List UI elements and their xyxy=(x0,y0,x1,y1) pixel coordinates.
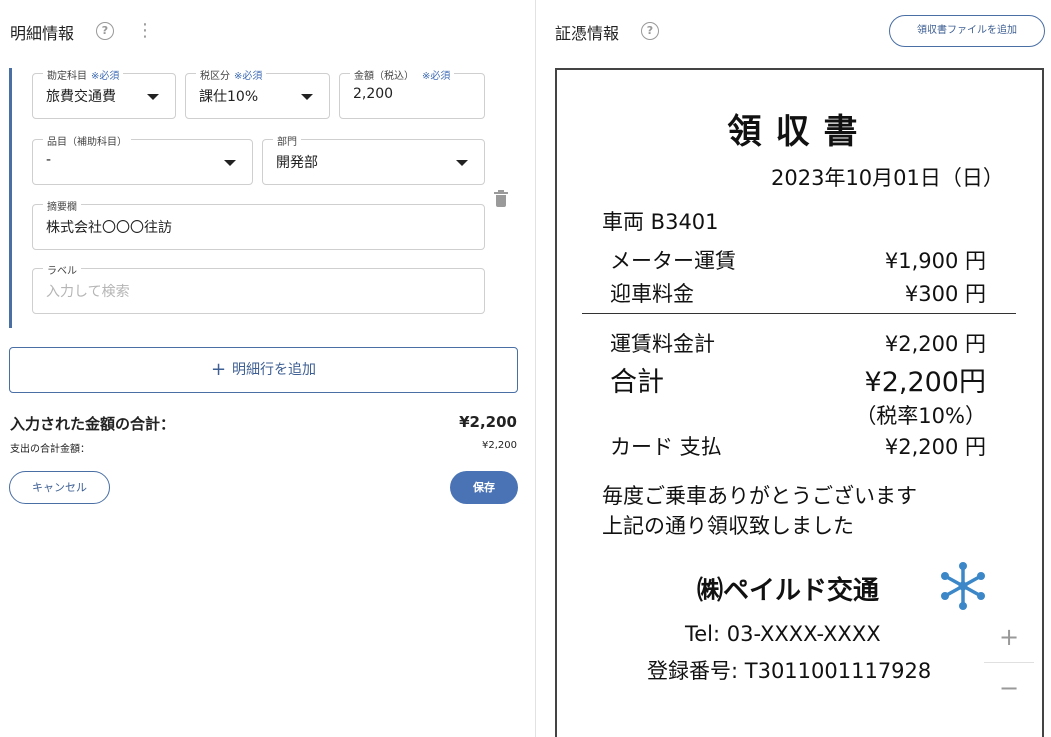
evidence-panel: 証憑情報 ? 領収書ファイルを追加 領収書 2023年10月01日（日） 車両 … xyxy=(537,0,1051,737)
required-mark: ※必須 xyxy=(422,71,451,82)
pickup-fee-label: 迎車料金 xyxy=(610,282,694,306)
department-select[interactable]: 部門 開発部 xyxy=(262,133,485,185)
zoom-controls: + − xyxy=(984,612,1034,712)
more-menu-icon[interactable]: ⋮ xyxy=(136,22,154,40)
chevron-down-icon xyxy=(224,160,236,166)
help-icon[interactable]: ? xyxy=(641,22,659,40)
account-select[interactable]: 勘定科目 ※必須 旅費交通費 xyxy=(32,67,176,119)
thanks-line-1: 毎度ご乗車ありがとうございます xyxy=(602,484,917,508)
total-label: 入力された金額の合計： xyxy=(10,415,176,433)
add-row-label: 明細行を追加 xyxy=(232,362,317,378)
delete-row-icon[interactable] xyxy=(494,190,508,207)
fare-subtotal-label: 運賃料金計 xyxy=(610,332,715,356)
receipt-title: 領収書 xyxy=(727,112,872,152)
required-mark: ※必須 xyxy=(234,71,263,82)
chevron-down-icon xyxy=(301,94,313,100)
tax-select[interactable]: 税区分 ※必須 課仕10% xyxy=(185,67,330,119)
required-mark: ※必須 xyxy=(91,71,120,82)
expense-total-label: 支出の合計金額： xyxy=(10,444,90,455)
receipt-total-value: ¥2,200円 xyxy=(864,367,986,398)
detail-title: 明細情報 xyxy=(10,24,75,43)
department-label: 部門 xyxy=(273,133,301,148)
amount-field[interactable]: 金額（税込） ※必須 2,200 xyxy=(339,67,485,119)
zoom-out-button[interactable]: − xyxy=(984,663,1034,713)
receipt-date: 2023年10月01日（日） xyxy=(771,166,1004,190)
company-tel: Tel: 03-XXXX-XXXX xyxy=(685,622,881,646)
thanks-line-2: 上記の通り領収致しました xyxy=(602,514,854,538)
chevron-down-icon xyxy=(456,160,468,166)
row-accent-bar xyxy=(9,68,12,328)
total-value: ¥2,200 xyxy=(459,413,517,431)
pickup-fee-value: ¥300 円 xyxy=(904,282,986,306)
label-placeholder: 入力して検索 xyxy=(46,284,130,300)
card-payment-value: ¥2,200 円 xyxy=(884,435,986,459)
zoom-in-button[interactable]: + xyxy=(984,612,1034,662)
item-select[interactable]: 品目（補助科目） - xyxy=(32,133,253,185)
receipt-vehicle: 車両 B3401 xyxy=(602,210,719,234)
account-value: 旅費交通費 xyxy=(46,89,116,105)
meter-fare-label: メーター運賃 xyxy=(610,249,736,273)
item-value: - xyxy=(46,152,52,168)
registration-number: 登録番号: T3011001117928 xyxy=(647,659,932,683)
company-name: ㈱ペイルド交通 xyxy=(697,576,880,606)
department-value: 開発部 xyxy=(276,155,318,171)
plus-icon: + xyxy=(210,359,227,380)
fare-subtotal-value: ¥2,200 円 xyxy=(884,332,986,356)
amount-label: 金額（税込） xyxy=(354,71,414,82)
tax-value: 課仕10% xyxy=(199,89,259,105)
cancel-button[interactable]: キャンセル xyxy=(9,471,110,504)
memo-value: 株式会社〇〇〇往訪 xyxy=(46,220,172,236)
save-button[interactable]: 保存 xyxy=(450,471,518,504)
add-receipt-file-button[interactable]: 領収書ファイルを追加 xyxy=(889,15,1045,47)
tax-label: 税区分 xyxy=(200,71,230,82)
label-field-label: ラベル xyxy=(43,262,81,277)
account-label: 勘定科目 xyxy=(47,71,87,82)
memo-field[interactable]: 摘要欄 株式会社〇〇〇往訪 xyxy=(32,198,485,250)
add-row-button[interactable]: + 明細行を追加 xyxy=(9,347,518,393)
memo-label: 摘要欄 xyxy=(43,198,81,213)
item-label: 品目（補助科目） xyxy=(43,133,131,148)
evidence-title: 証憑情報 xyxy=(555,24,620,43)
chevron-down-icon xyxy=(147,94,159,100)
card-payment-label: カード 支払 xyxy=(610,435,722,459)
company-logo-icon xyxy=(941,562,985,610)
amount-value: 2,200 xyxy=(353,86,394,102)
expense-total-value: ¥2,200 xyxy=(482,440,517,451)
receipt-image[interactable]: 領収書 2023年10月01日（日） 車両 B3401 メーター運賃 ¥1,90… xyxy=(555,68,1044,737)
receipt-divider xyxy=(582,313,1016,314)
meter-fare-value: ¥1,900 円 xyxy=(884,249,986,273)
detail-panel: 明細情報 ? ⋮ 勘定科目 ※必須 旅費交通費 税区分 ※必須 課仕10% 金額（税… xyxy=(0,0,536,737)
tax-rate: （税率10%） xyxy=(855,404,986,428)
receipt-total-label: 合計 xyxy=(610,367,664,398)
help-icon[interactable]: ? xyxy=(96,22,114,40)
label-search-input[interactable]: ラベル 入力して検索 xyxy=(32,262,485,314)
